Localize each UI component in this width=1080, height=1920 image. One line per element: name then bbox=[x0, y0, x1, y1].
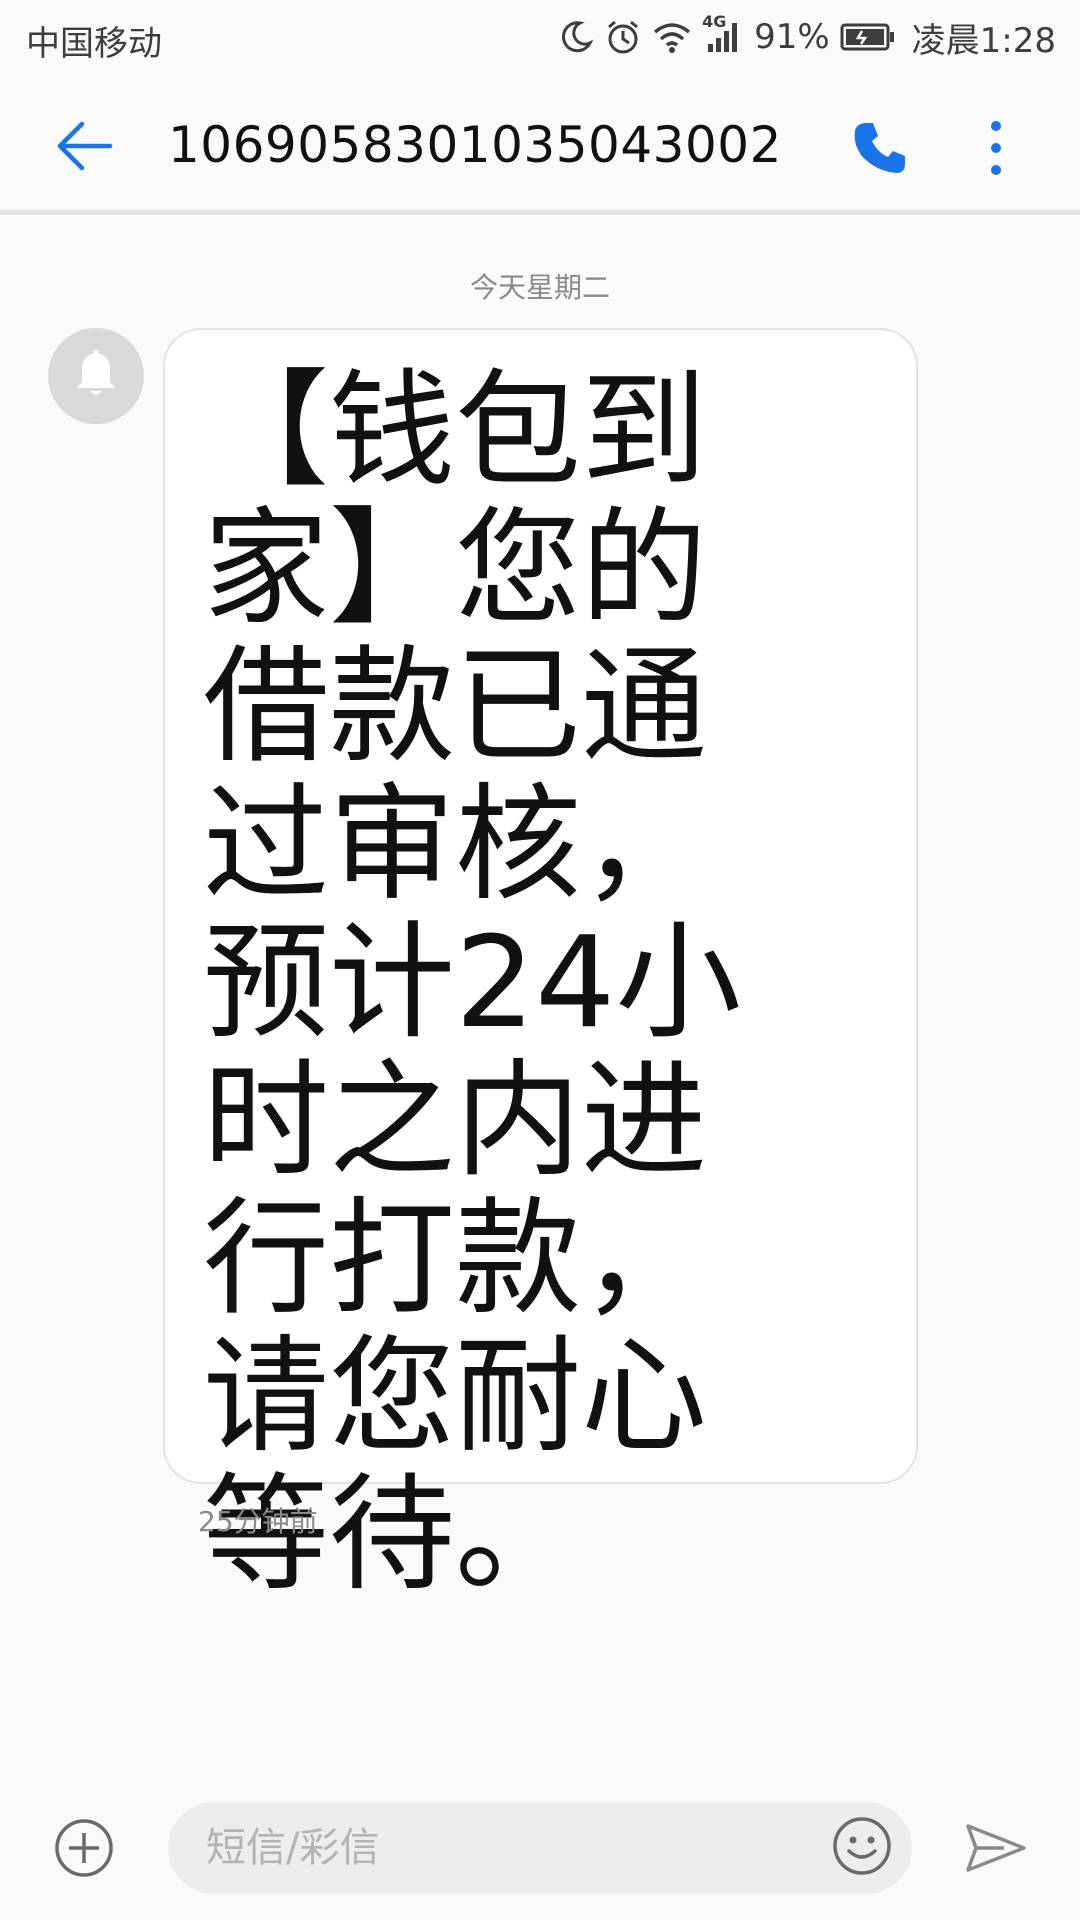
alarm-icon bbox=[604, 18, 642, 56]
battery-percentage: 91% bbox=[754, 17, 830, 57]
app-bar: 1069058301035043002 bbox=[0, 76, 1080, 210]
network-type: 4G bbox=[702, 12, 727, 31]
contact-number: 1069058301035043002 bbox=[168, 116, 782, 174]
more-vert-icon bbox=[989, 118, 1003, 182]
emoji-button[interactable] bbox=[828, 1814, 896, 1882]
status-icons: 4G 91% 凌晨1:28 bbox=[558, 12, 1056, 62]
message-input-container bbox=[168, 1802, 912, 1894]
send-icon bbox=[964, 1822, 1028, 1878]
message-bubble[interactable]: 【钱包到家】您的借款已通过审核，预计24小时之内进行打款，请您耐心等待。 bbox=[163, 328, 918, 1604]
more-options-button[interactable] bbox=[970, 110, 1022, 190]
status-bar: 中国移动 4G 91% 凌晨1:28 bbox=[0, 0, 1080, 76]
bell-icon bbox=[74, 350, 118, 402]
app-bar-divider bbox=[0, 210, 1080, 215]
message-timestamp: 25分钟前 bbox=[198, 1505, 318, 1538]
back-button[interactable] bbox=[40, 112, 128, 184]
signal-icon: 4G bbox=[702, 12, 742, 54]
message-text: 【钱包到家】您的借款已通过审核，预计24小时之内进行打款，请您耐心等待。 bbox=[203, 357, 742, 1608]
carrier-name: 中国移动 bbox=[26, 24, 162, 64]
moon-icon bbox=[558, 19, 594, 55]
wifi-icon bbox=[652, 20, 692, 54]
date-separator: 今天星期二 bbox=[469, 271, 610, 304]
smiley-icon bbox=[831, 1815, 893, 1881]
call-button[interactable] bbox=[840, 110, 920, 190]
send-button[interactable] bbox=[960, 1818, 1032, 1882]
phone-icon bbox=[851, 119, 909, 181]
plus-circle-icon bbox=[53, 1817, 115, 1883]
message-input[interactable] bbox=[204, 1802, 784, 1894]
add-attachment-button[interactable] bbox=[52, 1818, 116, 1882]
clock: 凌晨1:28 bbox=[911, 20, 1056, 61]
battery-icon bbox=[840, 22, 896, 52]
arrow-left-icon bbox=[54, 120, 114, 176]
avatar[interactable] bbox=[48, 328, 144, 424]
